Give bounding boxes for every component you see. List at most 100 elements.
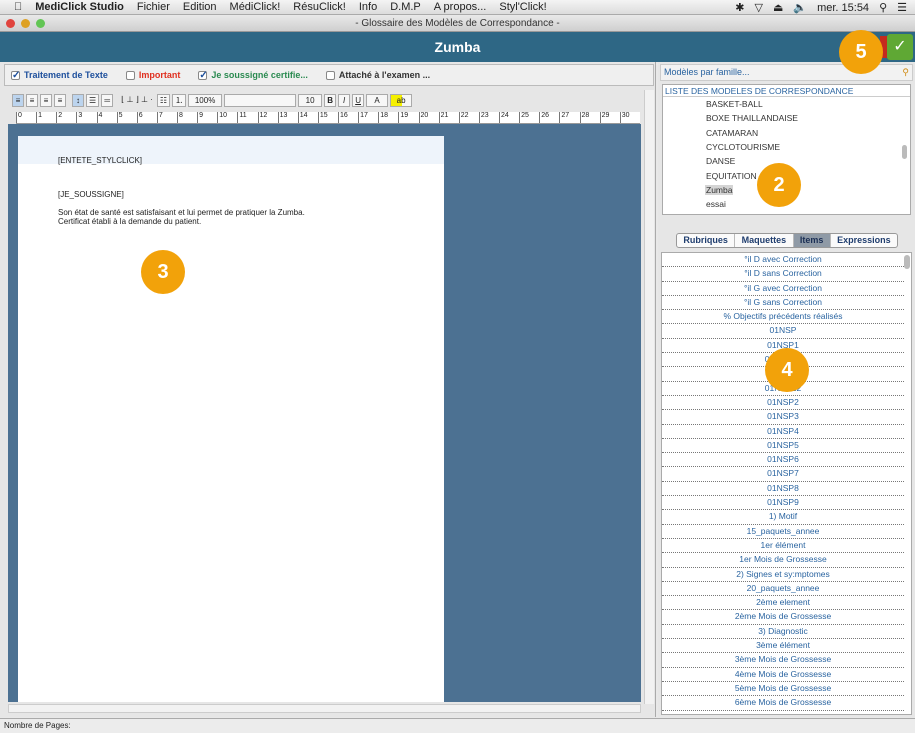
item-row[interactable]: 01NSP4 xyxy=(662,425,904,439)
item-row[interactable]: 01NSP7 xyxy=(662,467,904,482)
item-row[interactable]: 6ème Mois de Grossesse xyxy=(662,696,904,711)
model-item[interactable]: BOXE THAILLANDAISE xyxy=(705,113,799,123)
checkbox-important[interactable]: Important xyxy=(125,70,180,80)
numbered-list-icon[interactable]: ⒈ xyxy=(172,94,187,107)
model-item[interactable]: BASKET-BALL xyxy=(705,99,764,109)
item-row[interactable]: 3ème élément xyxy=(662,639,904,654)
validate-refresh-icon[interactable]: ✓ xyxy=(887,34,913,60)
item-row[interactable]: 5ème Mois de Grossesse xyxy=(662,682,904,697)
justify-icon[interactable]: ≡ xyxy=(54,94,66,107)
clock[interactable]: mer. 15:54 xyxy=(817,2,869,14)
menu-app[interactable]: MediClick Studio xyxy=(35,1,124,13)
item-row[interactable]: 20_paquets_annee xyxy=(662,582,904,597)
tab-expressions[interactable]: Expressions xyxy=(831,234,897,247)
spotlight-icon[interactable]: ⚲ xyxy=(879,1,887,14)
doc-text-line[interactable]: Son état de santé est satisfaisant et lu… xyxy=(58,208,305,217)
item-row[interactable]: % Objectifs précédents réalisés xyxy=(662,310,904,325)
model-item[interactable]: Zumba xyxy=(705,184,734,195)
ruler-tick: 5 xyxy=(116,112,137,123)
items-scrollbar[interactable] xyxy=(904,255,910,269)
tab-items[interactable]: Items xyxy=(793,234,831,247)
bullet-list-icon[interactable]: ☷ xyxy=(156,94,171,107)
search-icon[interactable]: ⚲ xyxy=(902,65,909,80)
menu-resuclick[interactable]: RésuClick! xyxy=(293,1,346,13)
menu-info[interactable]: Info xyxy=(359,1,377,13)
checkbox-attache-examen[interactable]: Attaché à l'examen ... xyxy=(325,70,430,80)
underline-button[interactable]: U xyxy=(352,94,365,107)
menu-dmp[interactable]: D.M.P xyxy=(390,1,421,13)
wifi-icon[interactable]: ▽ xyxy=(755,1,763,14)
item-row[interactable]: 2) Signes et sy:mptomes xyxy=(662,568,904,582)
tab-maquettes[interactable]: Maquettes xyxy=(735,234,794,247)
close-button[interactable] xyxy=(6,19,15,28)
align-center-icon[interactable]: ≡ xyxy=(26,94,38,107)
menu-stylclick[interactable]: Styl'Click! xyxy=(499,1,546,13)
item-row[interactable]: 1er Mois de Grossesse xyxy=(662,553,904,568)
line-spacing-2-icon[interactable]: ═ xyxy=(101,94,114,107)
line-spacing-icon[interactable]: ↕ xyxy=(72,94,84,107)
text-color-button[interactable]: A xyxy=(366,94,389,107)
checkbox-empty-icon[interactable] xyxy=(325,70,335,80)
list-icon[interactable]: ☰ xyxy=(897,1,907,14)
font-size-select[interactable]: 10 xyxy=(298,94,323,107)
align-right-icon[interactable]: ≡ xyxy=(40,94,52,107)
checkbox-je-soussigne[interactable]: ✓ Je soussigné certifie... xyxy=(198,70,308,80)
model-item[interactable]: essai xyxy=(705,199,727,209)
line-spacing-15-icon[interactable]: ☰ xyxy=(86,94,100,107)
ruler[interactable]: 0 1 2 3 4 5 6 7 8 9 10 11 12 13 14 15 16 17 18 19 20 21 22 23 24… xyxy=(16,112,640,124)
menu-edition[interactable]: Edition xyxy=(183,1,217,13)
item-row[interactable]: 01NSP8 xyxy=(662,482,904,497)
bold-button[interactable]: B xyxy=(324,94,337,107)
tab-stops-icon[interactable]: ⌊ ⊥ ⌋ ⊥ · xyxy=(119,94,155,107)
bluetooth-icon[interactable]: ✱ xyxy=(735,1,744,14)
models-scrollbar[interactable] xyxy=(902,145,907,159)
highlight-button[interactable]: ab xyxy=(390,94,413,107)
apple-icon[interactable]:  xyxy=(14,1,22,13)
item-row[interactable]: 4ème Mois de Grossesse xyxy=(662,668,904,682)
item-row[interactable]: 01NSP xyxy=(662,324,904,339)
item-row[interactable]: °il G avec Correction xyxy=(662,282,904,296)
item-row[interactable]: 15_paquets_annee xyxy=(662,525,904,539)
model-item[interactable]: CATAMARAN xyxy=(705,128,759,138)
minimize-button[interactable] xyxy=(21,19,30,28)
volume-icon[interactable]: 🔈 xyxy=(793,1,807,14)
ruler-tick: 15 xyxy=(317,112,338,123)
model-item[interactable]: DANSE xyxy=(705,156,736,166)
doc-field-je-soussigne[interactable]: [JE_SOUSSIGNE] xyxy=(58,190,124,199)
doc-header-field[interactable]: [ENTETE_STYLCLICK] xyxy=(58,156,142,165)
align-left-icon[interactable]: ≡ xyxy=(12,94,24,107)
vertical-scrollbar[interactable] xyxy=(644,90,654,704)
item-row[interactable]: 01NSP2 xyxy=(662,396,904,411)
item-row[interactable]: 2ème element xyxy=(662,596,904,611)
menu-fichier[interactable]: Fichier xyxy=(137,1,170,13)
item-row[interactable]: 1er élément xyxy=(662,539,904,554)
item-row[interactable]: 1) Motif xyxy=(662,510,904,525)
ruler-tick: 25 xyxy=(519,112,539,123)
eject-icon[interactable]: ⏏ xyxy=(773,1,783,14)
model-item[interactable]: EQUITATION xyxy=(705,171,758,181)
item-row[interactable]: °il D avec Correction xyxy=(662,253,904,268)
model-item[interactable]: CYCLOTOURISME xyxy=(705,142,781,152)
item-row[interactable]: 2ème Mois de Grossesse xyxy=(662,610,904,625)
item-row[interactable]: 01NSP3 xyxy=(662,410,904,425)
checkbox-checked-icon[interactable]: ✓ xyxy=(11,70,20,80)
zoom-select[interactable]: 100% xyxy=(188,94,223,107)
item-row[interactable]: °il G sans Correction xyxy=(662,296,904,311)
checkbox-checked-icon[interactable]: ✓ xyxy=(198,70,208,80)
item-row[interactable]: °il D sans Correction xyxy=(662,267,904,282)
menu-mediclick[interactable]: MédiClick! xyxy=(230,1,281,13)
checkbox-traitement-texte[interactable]: ✓ Traitement de Texte xyxy=(11,70,108,80)
item-row[interactable]: 01NSP5 xyxy=(662,439,904,454)
item-row[interactable]: 3ème Mois de Grossesse xyxy=(662,653,904,668)
italic-button[interactable]: I xyxy=(338,94,351,107)
horizontal-scrollbar[interactable] xyxy=(8,704,641,713)
item-row[interactable]: 3) Diagnostic xyxy=(662,625,904,640)
checkbox-empty-icon[interactable] xyxy=(125,70,135,80)
doc-text-line[interactable]: Certificat établi à la demande du patien… xyxy=(58,217,201,226)
zoom-button[interactable] xyxy=(36,19,45,28)
item-row[interactable]: 01NSP6 xyxy=(662,453,904,468)
tab-rubriques[interactable]: Rubriques xyxy=(677,234,736,247)
item-row[interactable]: 01NSP9 xyxy=(662,496,904,511)
menu-apropos[interactable]: A propos... xyxy=(434,1,487,13)
font-select[interactable] xyxy=(224,94,297,107)
